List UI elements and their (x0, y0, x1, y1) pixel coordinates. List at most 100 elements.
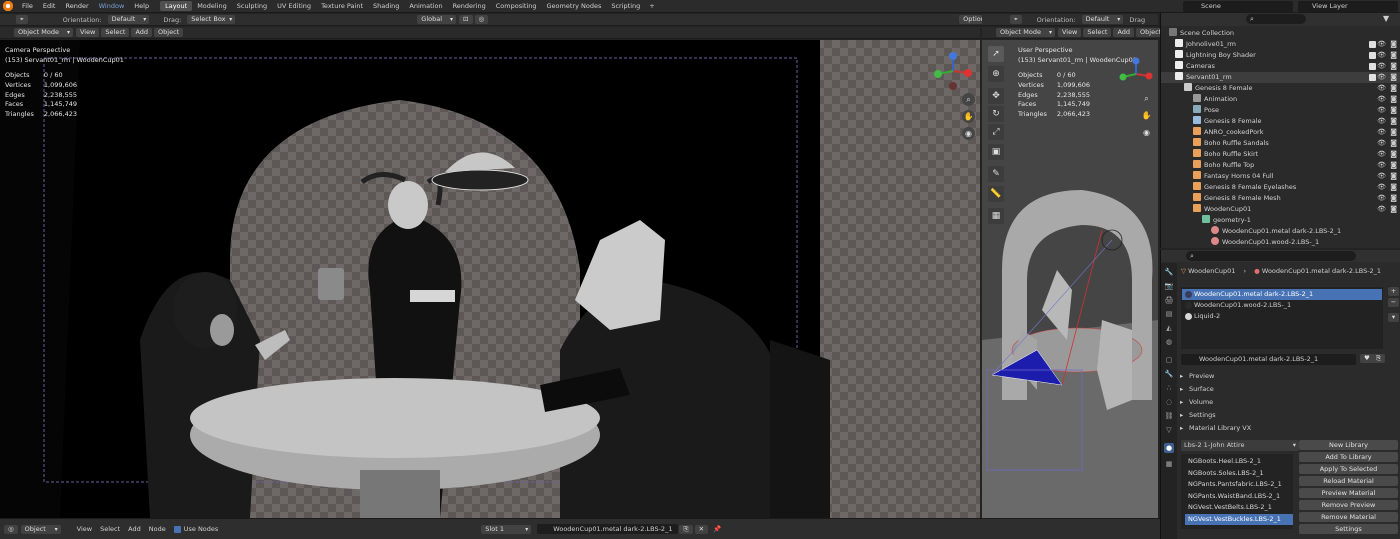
scene-selector[interactable]: Scene (1183, 1, 1293, 12)
library-select[interactable]: Lbs-2 1-John Attire ▾ (1181, 440, 1299, 451)
tab-compositing[interactable]: Compositing (491, 1, 542, 11)
menu-render[interactable]: Render (60, 2, 93, 10)
side-add-menu[interactable]: Add (1113, 28, 1135, 37)
pan-hand-icon[interactable]: ✋ (962, 110, 975, 123)
outliner-root[interactable]: Scene Collection (1161, 28, 1400, 39)
view-layer-tab-icon[interactable]: ▤ (1164, 309, 1174, 319)
outliner-row[interactable]: Boho Ruffle Top 👁 ◙ (1161, 160, 1400, 171)
remove-preview-button[interactable]: Remove Preview (1299, 500, 1398, 510)
camera-viewport[interactable]: Camera Perspective (153) Servant01_rm | … (0, 40, 980, 518)
outliner-row[interactable]: Johnolive01_rm 👁 ◙ (1161, 39, 1400, 50)
bottom-close-icon[interactable]: ✕ (694, 524, 709, 534)
particles-tab-icon[interactable]: ∴ (1164, 383, 1174, 393)
bottom-select-menu[interactable]: Select (96, 525, 124, 533)
object-type-dropdown[interactable]: Object (20, 524, 61, 534)
material-slot[interactable]: WoodenCup01.metal dark-2.LBS-2_1 (1182, 289, 1382, 300)
panel-volume[interactable]: Volume (1179, 396, 1399, 408)
texture-tab-icon[interactable]: ▦ (1164, 459, 1174, 469)
camera-render-icon[interactable]: ◙ (1390, 182, 1397, 193)
remove-slot-button[interactable]: − (1388, 298, 1399, 307)
use-nodes-checkbox[interactable] (173, 525, 181, 533)
outliner-row[interactable]: Cameras 👁 ◙ (1161, 61, 1400, 72)
camera-render-icon[interactable]: ◙ (1390, 94, 1397, 105)
outliner-row[interactable]: Boho Ruffle Sandals 👁 ◙ (1161, 138, 1400, 149)
library-item[interactable]: NGBoots.Soles.LBS-2_1 (1185, 468, 1293, 479)
eye-icon[interactable]: 👁 (1377, 138, 1386, 149)
world-tab-icon[interactable]: ◍ (1164, 337, 1174, 347)
reload-material-button[interactable]: Reload Material (1299, 476, 1398, 486)
menu-help[interactable]: Help (129, 2, 154, 10)
eye-icon[interactable]: 👁 (1377, 83, 1386, 94)
eye-icon[interactable]: 👁 (1377, 182, 1386, 193)
camera-render-icon[interactable]: ◙ (1390, 83, 1397, 94)
camera-render-icon[interactable]: ◙ (1390, 193, 1397, 204)
outliner-row[interactable]: ANRO_cookedPork 👁 ◙ (1161, 127, 1400, 138)
mode-dropdown[interactable]: Object Mode (14, 28, 73, 37)
remove-material-button[interactable]: Remove Material (1299, 512, 1398, 522)
tab-animation[interactable]: Animation (404, 1, 447, 11)
orientation-dropdown[interactable]: Default (107, 15, 150, 24)
filter-icon[interactable]: ▼ (1383, 14, 1389, 23)
camera-render-icon[interactable]: ◙ (1390, 149, 1397, 160)
side-view-menu[interactable]: View (1057, 28, 1082, 37)
outliner-row[interactable]: Genesis 8 Female 👁 ◙ (1161, 116, 1400, 127)
tab-modeling[interactable]: Modeling (192, 1, 232, 11)
eye-icon[interactable]: 👁 (1377, 171, 1386, 182)
tab-shading[interactable]: Shading (368, 1, 404, 11)
camera-render-icon[interactable]: ◙ (1390, 116, 1397, 127)
transform-orientation-dropdown[interactable]: Global (417, 15, 457, 24)
menu-file[interactable]: File (17, 2, 38, 10)
add-menu[interactable]: Add (131, 28, 153, 37)
panel-material-library-vx[interactable]: Material Library VX (1179, 422, 1399, 434)
scene-tab-icon[interactable]: ◭ (1164, 323, 1174, 333)
library-item[interactable]: NGPants.Pantsfabric.LBS-2_1 (1185, 479, 1293, 490)
slot-dropdown[interactable]: Slot 1 (481, 524, 532, 534)
library-item[interactable]: NGVest.VestBuckles.LBS-2_1 (1185, 513, 1293, 525)
view-layer-selector[interactable]: View Layer (1298, 1, 1398, 12)
outliner-row[interactable]: Animation 👁 ◙ (1161, 94, 1400, 105)
outliner-row[interactable]: Lightning Boy Shader 👁 ◙ (1161, 50, 1400, 61)
scale-tool-icon[interactable]: ⤢ (988, 124, 1004, 140)
eye-icon[interactable]: 👁 (1377, 105, 1386, 116)
snap-icon[interactable]: ⊡ (459, 15, 473, 24)
camera-render-icon[interactable]: ◙ (1390, 50, 1397, 61)
properties-search-icon[interactable]: ⌕ (1186, 251, 1356, 261)
new-library-button[interactable]: New Library (1299, 440, 1398, 450)
constraints-tab-icon[interactable]: ⛓ (1164, 411, 1174, 421)
material-tab-icon[interactable]: ● (1164, 443, 1174, 453)
tab-texture-paint[interactable]: Texture Paint (316, 1, 368, 11)
editor-type-icon[interactable]: ◎ (4, 524, 18, 534)
pin-icon[interactable]: 📌 (709, 525, 725, 533)
menu-window[interactable]: Window (94, 2, 130, 10)
tab-geometry-nodes[interactable]: Geometry Nodes (542, 1, 607, 11)
bottom-material-field[interactable]: WoodenCup01.metal dark-2.LBS-2_1 (537, 524, 679, 534)
side-orientation-dropdown[interactable]: Default (1081, 15, 1124, 24)
cursor-tool-icon[interactable]: ⊕ (988, 66, 1004, 82)
camera-render-icon[interactable]: ◙ (1390, 72, 1397, 83)
library-item[interactable]: NGPants.WaistBand.LBS-2_1 (1185, 491, 1293, 502)
outliner-row[interactable]: Genesis 8 Female Eyelashes 👁 ◙ (1161, 182, 1400, 193)
zoom-icon[interactable]: ⌕ (962, 93, 975, 106)
add-workspace-button[interactable]: + (645, 2, 658, 10)
move-tool-icon[interactable]: ✥ (988, 88, 1004, 104)
add-slot-button[interactable]: + (1388, 287, 1399, 296)
preview-material-button[interactable]: Preview Material (1299, 488, 1398, 498)
tab-rendering[interactable]: Rendering (448, 1, 491, 11)
side-camera-view-icon[interactable]: ◉ (1140, 126, 1153, 139)
panel-preview[interactable]: Preview (1179, 370, 1399, 382)
object-menu[interactable]: Object (154, 28, 184, 37)
outliner-row[interactable]: Genesis 8 Female 👁 ◙ (1161, 83, 1400, 94)
tab-layout[interactable]: Layout (160, 1, 193, 11)
outliner-row[interactable]: Boho Ruffle Skirt 👁 ◙ (1161, 149, 1400, 160)
camera-render-icon[interactable]: ◙ (1390, 171, 1397, 182)
camera-render-icon[interactable]: ◙ (1390, 138, 1397, 149)
panel-surface[interactable]: Surface (1179, 383, 1399, 395)
eye-icon[interactable]: 👁 (1377, 61, 1386, 72)
add-cube-tool-icon[interactable]: ▦ (988, 208, 1004, 224)
tab-sculpting[interactable]: Sculpting (232, 1, 272, 11)
camera-render-icon[interactable]: ◙ (1390, 39, 1397, 50)
slot-specials-button[interactable]: ▾ (1388, 313, 1399, 322)
camera-render-icon[interactable]: ◙ (1390, 61, 1397, 72)
eye-icon[interactable]: 👁 (1377, 160, 1386, 171)
camera-render-icon[interactable]: ◙ (1390, 160, 1397, 171)
